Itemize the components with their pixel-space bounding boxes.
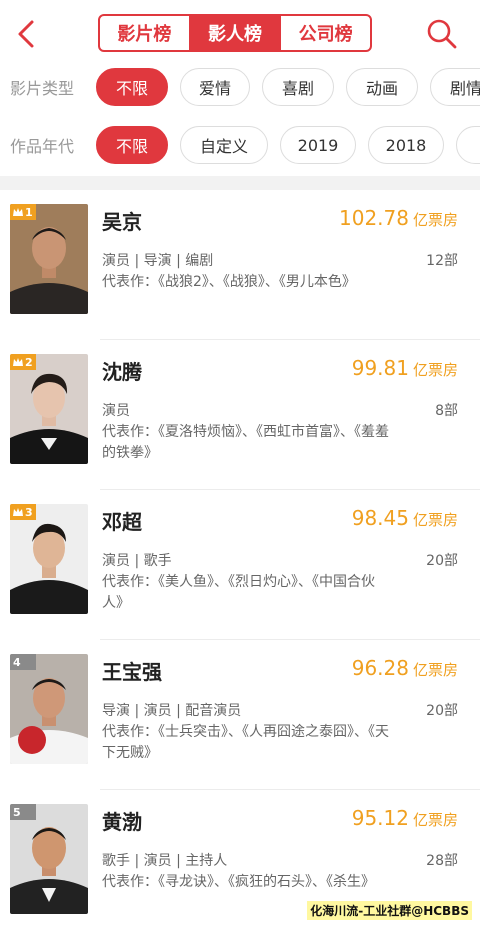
rank-badge: 2 (10, 354, 36, 370)
celebrity-name: 沈腾 (102, 360, 142, 384)
watermark-text: 化海川流-工业社群@HCBBS (307, 901, 472, 920)
box-office-value: 96.28 (351, 656, 409, 680)
celebrity-roles: 歌手 | 演员 | 主持人 (102, 853, 228, 869)
rank-badge: 1 (10, 204, 36, 220)
celebrity-name: 黄渤 (102, 810, 142, 834)
ranking-tab-group: 影片榜 影人榜 公司榜 (98, 14, 372, 52)
rank-number: 2 (25, 355, 33, 369)
box-office-unit: 亿票房 (412, 211, 458, 229)
box-office-value: 98.45 (351, 506, 409, 530)
celebrity-photo: 2 (10, 354, 88, 464)
film-type-label: 影片类型 (10, 79, 75, 98)
ranking-item[interactable]: 1 吴京 102.78 亿票房 演员 | 导演 | 编剧 12部 代表作：《战狼… (0, 190, 480, 340)
box-office-value: 99.81 (351, 356, 409, 380)
box-office: 96.28 亿票房 (352, 656, 458, 680)
type-chip-drama[interactable]: 剧情 (430, 68, 480, 106)
representative-works: 代表作：《寻龙诀》、《疯狂的石头》、《杀生》 (102, 874, 375, 890)
search-icon[interactable] (426, 18, 458, 50)
type-chip-romance[interactable]: 爱情 (180, 68, 250, 106)
year-chip-all[interactable]: 不限 (96, 126, 168, 164)
celebrity-name: 王宝强 (102, 660, 162, 684)
section-divider (0, 176, 480, 190)
back-arrow-icon[interactable] (12, 18, 40, 50)
box-office-value: 95.12 (351, 806, 409, 830)
ranking-item[interactable]: 3 邓超 98.45 亿票房 演员 | 歌手 20部 代表作：《美人鱼》、《烈日… (0, 490, 480, 640)
work-count: 12部 (426, 253, 458, 269)
work-count: 20部 (426, 703, 458, 719)
rank-number: 4 (13, 655, 21, 669)
work-count: 28部 (426, 853, 458, 869)
tab-company-ranking[interactable]: 公司榜 (279, 16, 370, 50)
tab-celebrity-ranking[interactable]: 影人榜 (188, 16, 280, 50)
year-chip-next[interactable]: 2 (456, 126, 480, 164)
box-office-unit: 亿票房 (412, 361, 458, 379)
year-chip-2019[interactable]: 2019 (280, 126, 356, 164)
box-office-unit: 亿票房 (412, 661, 458, 679)
year-filter-row: 作品年代 不限 自定义 2019 2018 2 (0, 122, 480, 168)
celebrity-roles: 导演 | 演员 | 配音演员 (102, 703, 242, 719)
film-type-filter-row: 影片类型 不限 爱情 喜剧 动画 剧情 (0, 64, 480, 110)
celebrity-roles: 演员 | 歌手 (102, 553, 172, 569)
rank-badge: 3 (10, 504, 36, 520)
crown-icon (13, 508, 23, 516)
year-label: 作品年代 (10, 137, 75, 156)
box-office-unit: 亿票房 (412, 811, 458, 829)
type-chip-animation[interactable]: 动画 (346, 68, 418, 106)
crown-icon (13, 208, 23, 216)
box-office: 98.45 亿票房 (352, 506, 458, 530)
tab-film-ranking[interactable]: 影片榜 (100, 16, 189, 50)
celebrity-name: 邓超 (102, 510, 142, 534)
representative-works: 代表作：《战狼2》、《战狼》、《男儿本色》 (102, 274, 356, 290)
celebrity-photo: 5 (10, 804, 88, 914)
type-chip-comedy[interactable]: 喜剧 (262, 68, 334, 106)
type-chip-all[interactable]: 不限 (96, 68, 168, 106)
celebrity-roles: 演员 | 导演 | 编剧 (102, 253, 214, 269)
celebrity-photo: 3 (10, 504, 88, 614)
celebrity-name: 吴京 (102, 210, 142, 234)
box-office-unit: 亿票房 (412, 511, 458, 529)
box-office-value: 102.78 (339, 206, 409, 230)
year-chip-2018[interactable]: 2018 (368, 126, 444, 164)
rank-badge: 4 (10, 654, 36, 670)
rank-number: 1 (25, 205, 33, 219)
rank-number: 3 (25, 505, 33, 519)
work-count: 8部 (435, 403, 458, 419)
crown-icon (13, 358, 23, 366)
celebrity-roles: 演员 (102, 403, 130, 419)
top-nav-bar: 影片榜 影人榜 公司榜 (0, 0, 480, 68)
representative-works: 代表作：《夏洛特烦恼》、《西虹市首富》、《羞羞的铁拳》 (102, 424, 389, 461)
celebrity-ranking-list: 1 吴京 102.78 亿票房 演员 | 导演 | 编剧 12部 代表作：《战狼… (0, 190, 480, 940)
rank-number: 5 (13, 805, 21, 819)
rank-badge: 5 (10, 804, 36, 820)
celebrity-photo: 1 (10, 204, 88, 314)
representative-works: 代表作：《士兵突击》、《人再囧途之泰囧》、《天下无贼》 (102, 724, 389, 761)
work-count: 20部 (426, 553, 458, 569)
celebrity-photo: 4 (10, 654, 88, 764)
box-office: 95.12 亿票房 (352, 806, 458, 830)
representative-works: 代表作：《美人鱼》、《烈日灼心》、《中国合伙人》 (102, 574, 375, 611)
ranking-item[interactable]: 4 王宝强 96.28 亿票房 导演 | 演员 | 配音演员 20部 代表作：《… (0, 640, 480, 790)
year-chip-custom[interactable]: 自定义 (180, 126, 268, 164)
box-office: 99.81 亿票房 (352, 356, 458, 380)
ranking-item[interactable]: 2 沈腾 99.81 亿票房 演员 8部 代表作：《夏洛特烦恼》、《西虹市首富》… (0, 340, 480, 490)
box-office: 102.78 亿票房 (339, 206, 458, 230)
